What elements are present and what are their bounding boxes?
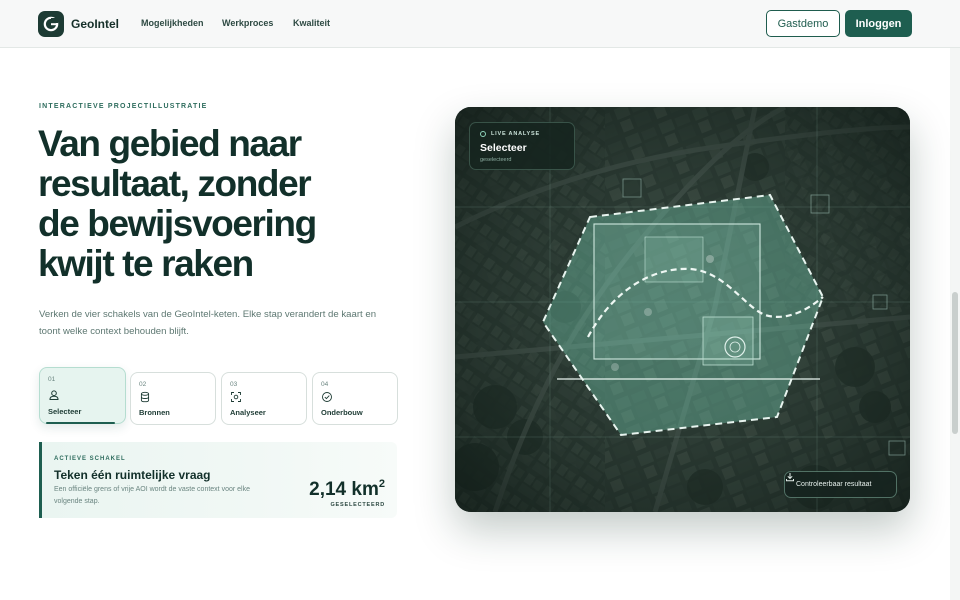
live-eyebrow: LIVE ANALYSE (491, 131, 540, 137)
area-metric: 2,14 km2 (309, 478, 385, 501)
nav-link-mogelijkheden[interactable]: Mogelijkheden (141, 18, 204, 28)
step-label: Onderbouw (321, 408, 363, 417)
verifiable-result-button[interactable]: Controleerbaar resultaat (784, 471, 897, 498)
hero-title-line: Van gebied naar (38, 123, 302, 164)
hero-title-line: resultaat, zonder (38, 163, 312, 204)
area-metric-unit: GESELECTEERD (330, 502, 385, 508)
step-label: Bronnen (139, 408, 170, 417)
result-label: Controleerbaar resultaat (796, 481, 872, 488)
scan-icon (231, 392, 241, 402)
top-navigation: GeoIntel Mogelijkheden Werkproces Kwalit… (0, 0, 960, 48)
step-label: Selecteer (48, 407, 82, 416)
guest-demo-button[interactable]: Gastdemo (766, 10, 840, 37)
step-card-onderbouw[interactable]: 04 Onderbouw (312, 372, 398, 425)
active-step-eyebrow: ACTIEVE SCHAKEL (54, 456, 126, 462)
check-circle-icon (322, 392, 332, 402)
download-icon (786, 473, 794, 482)
hero-title-line: de bewijsvoering (38, 203, 317, 244)
active-step-title: Teken één ruimtelijke vraag (54, 468, 211, 482)
step-card-selecteer[interactable]: 01 Selecteer (39, 367, 126, 424)
live-subtitle: geselecteerd (480, 157, 512, 163)
active-step-card: ACTIEVE SCHAKEL Teken één ruimtelijke vr… (39, 442, 397, 518)
map-illustration[interactable]: LIVE ANALYSE Selecteer geselecteerd Cont… (455, 107, 910, 512)
brand-name[interactable]: GeoIntel (71, 17, 119, 31)
database-icon (140, 391, 150, 403)
hero-title: Van gebied naar resultaat, zonder de bew… (38, 124, 378, 284)
login-button[interactable]: Inloggen (845, 10, 912, 37)
step-number: 02 (139, 381, 147, 388)
user-pin-icon (49, 390, 59, 400)
logo-icon[interactable] (38, 11, 64, 37)
scrollbar-thumb[interactable] (952, 292, 958, 434)
hero-description: Verken de vier schakels van de GeoIntel-… (39, 309, 377, 337)
live-analysis-card: LIVE ANALYSE Selecteer geselecteerd (469, 122, 575, 170)
step-number: 01 (48, 376, 56, 383)
nav-link-werkproces[interactable]: Werkproces (222, 18, 273, 28)
nav-link-kwaliteit[interactable]: Kwaliteit (293, 18, 330, 28)
area-metric-value: 2,14 km (309, 479, 379, 500)
hero-eyebrow: INTERACTIEVE PROJECTILLUSTRATIE (39, 103, 208, 110)
live-indicator-icon (480, 131, 486, 137)
area-metric-sup: 2 (378, 478, 385, 490)
step-card-bronnen[interactable]: 02 Bronnen (130, 372, 216, 425)
hero-title-line: kwijt te raken (38, 243, 254, 284)
step-label: Analyseer (230, 408, 266, 417)
live-title: Selecteer (480, 142, 527, 154)
step-card-analyseer[interactable]: 03 Analyseer (221, 372, 307, 425)
step-number: 03 (230, 381, 238, 388)
active-step-text: Een officiële grens of vrije AOI wordt d… (54, 486, 250, 505)
step-number: 04 (321, 381, 329, 388)
